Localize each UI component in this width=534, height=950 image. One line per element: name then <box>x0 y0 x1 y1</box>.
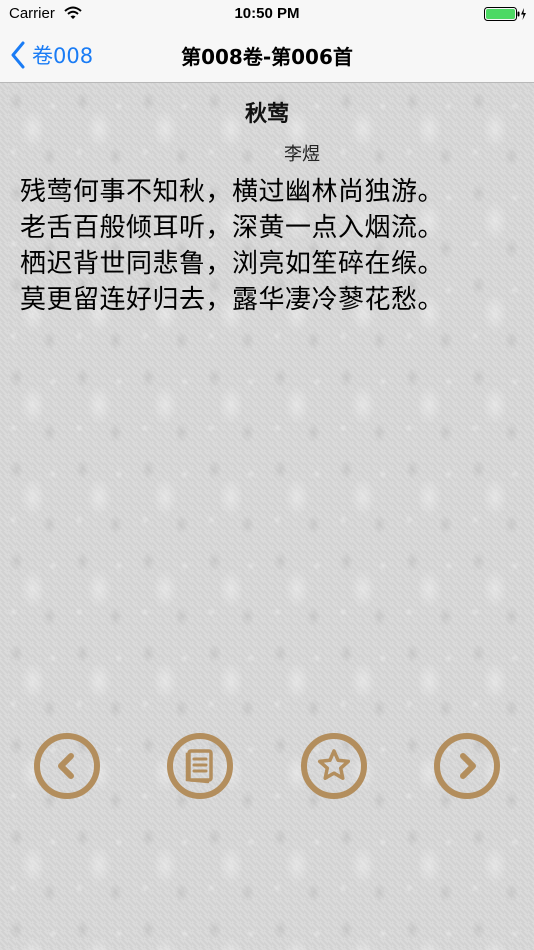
poem-line: 栖迟背世同悲鲁，浏亮如笙碎在缑。 <box>20 249 445 279</box>
poem-line: 残莺何事不知秋，横过幽林尚独游。 <box>20 177 445 207</box>
poem-line: 莫更留连好归去，露华凄冷蓼花愁。 <box>20 285 445 315</box>
poem-body: 残莺何事不知秋，横过幽林尚独游。 老舌百般倾耳听，深黄一点入烟流。 栖迟背世同悲… <box>20 174 520 318</box>
poem-content-area: 秋莺 李煜 残莺何事不知秋，横过幽林尚独游。 老舌百般倾耳听，深黄一点入烟流。 … <box>0 83 534 950</box>
nav-title: 第008卷-第006首 <box>181 45 353 69</box>
favorite-star-icon <box>301 733 367 799</box>
battery-icon <box>484 7 526 21</box>
previous-button[interactable] <box>32 731 102 801</box>
next-icon <box>434 733 500 799</box>
navigation-bar: 卷008 第008卷-第006首 <box>0 28 534 83</box>
next-button[interactable] <box>432 731 502 801</box>
catalog-icon <box>167 733 233 799</box>
status-bar: Carrier 10:50 PM <box>0 0 534 28</box>
catalog-button[interactable] <box>165 731 235 801</box>
previous-icon <box>34 733 100 799</box>
poem-author: 李煜 <box>284 144 320 165</box>
poem-line: 老舌百般倾耳听，深黄一点入烟流。 <box>20 213 445 243</box>
status-time: 10:50 PM <box>234 5 300 22</box>
favorite-button[interactable] <box>299 731 369 801</box>
poem-title: 秋莺 <box>244 102 289 127</box>
